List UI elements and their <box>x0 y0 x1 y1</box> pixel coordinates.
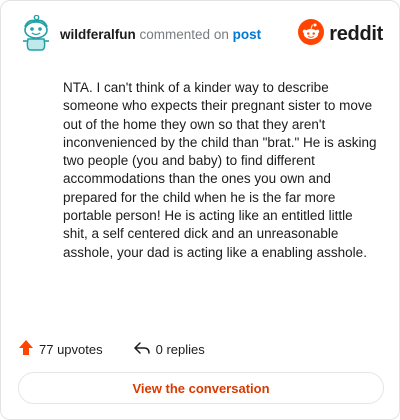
replies-count: 0 replies <box>155 341 205 357</box>
reply-arrow-icon <box>133 341 151 358</box>
comment-header: wildferalfun commented on post reddit <box>18 14 383 55</box>
comment-actions: 77 upvotes 0 replies <box>18 339 205 359</box>
reddit-logo-icon <box>298 18 325 50</box>
upvote-arrow-icon <box>18 339 34 359</box>
post-link[interactable]: post <box>233 27 262 42</box>
view-conversation-button[interactable]: View the conversation <box>18 372 384 404</box>
view-conversation-label: View the conversation <box>132 380 270 396</box>
user-avatar-icon[interactable] <box>18 14 52 51</box>
username-link[interactable]: wildferalfun <box>60 27 136 42</box>
comment-card: wildferalfun commented on post reddit NT… <box>0 0 400 420</box>
upvote-button[interactable]: 77 upvotes <box>18 339 103 359</box>
comment-byline: wildferalfun commented on post <box>60 27 261 43</box>
reddit-brand[interactable]: reddit <box>298 18 383 50</box>
replies-button[interactable]: 0 replies <box>133 341 205 358</box>
commented-on-text: commented on <box>139 27 229 42</box>
comment-body: NTA. I can't think of a kinder way to de… <box>63 80 377 260</box>
upvote-count: 77 upvotes <box>39 341 103 357</box>
reddit-wordmark: reddit <box>329 22 383 45</box>
